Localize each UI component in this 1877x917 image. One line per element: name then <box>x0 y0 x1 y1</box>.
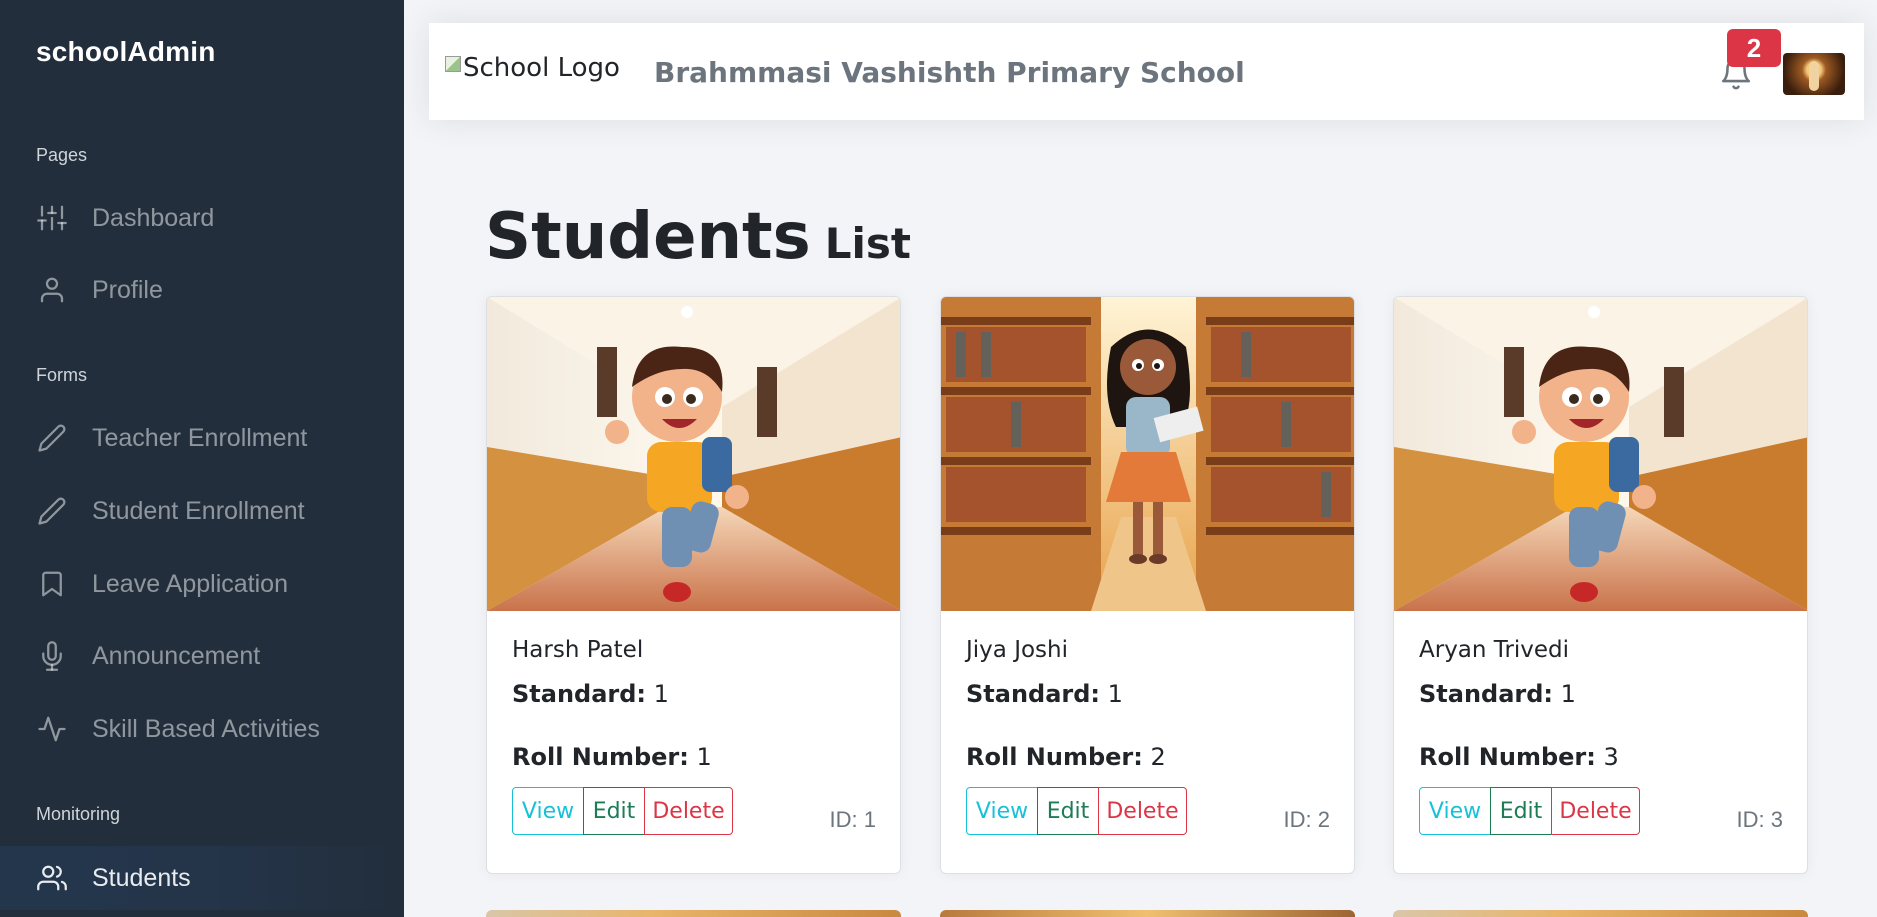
card-actions: View Edit Delete <box>1419 787 1640 835</box>
edit-button[interactable]: Edit <box>1490 787 1552 835</box>
edit-button[interactable]: Edit <box>583 787 645 835</box>
view-button[interactable]: View <box>966 787 1038 835</box>
student-photo <box>941 297 1354 611</box>
view-button[interactable]: View <box>512 787 584 835</box>
activity-icon <box>36 713 68 745</box>
sidebar-item-label: Dashboard <box>92 203 215 232</box>
pencil-icon <box>36 495 68 527</box>
broken-image-icon <box>445 56 461 72</box>
standard-label: Standard: <box>512 680 647 708</box>
student-id: ID: 2 <box>1283 807 1330 832</box>
student-id: ID: 1 <box>829 807 876 832</box>
sidebar-item-label: Skill Based Activities <box>92 714 320 743</box>
pencil-icon <box>36 422 68 454</box>
student-roll: Roll Number: 1 <box>512 743 712 771</box>
sidebar-header-forms: Forms <box>36 365 87 385</box>
roll-label: Roll Number: <box>1419 743 1596 771</box>
student-id: ID: 3 <box>1736 807 1783 832</box>
sidebar-item-label: Leave Application <box>92 569 288 598</box>
sidebar-item-student-enrollment[interactable]: Student Enrollment <box>0 480 404 542</box>
roll-label: Roll Number: <box>512 743 689 771</box>
student-roll: Roll Number: 2 <box>966 743 1166 771</box>
student-card-peek <box>486 910 901 917</box>
card-actions: View Edit Delete <box>966 787 1187 835</box>
sidebar-item-dashboard[interactable]: Dashboard <box>0 187 404 249</box>
sidebar-item-leave-application[interactable]: Leave Application <box>0 553 404 615</box>
user-avatar[interactable] <box>1783 53 1845 95</box>
brand-logo[interactable]: schoolAdmin <box>36 36 216 68</box>
roll-value: 1 <box>696 743 712 771</box>
sidebar-item-label: Profile <box>92 275 163 304</box>
sidebar-item-label: Students <box>92 863 191 892</box>
roll-value: 2 <box>1150 743 1166 771</box>
student-card: Jiya Joshi Standard: 1 Roll Number: 2 Vi… <box>940 296 1355 874</box>
student-standard: Standard: 1 <box>512 680 669 708</box>
bookmark-icon <box>36 568 68 600</box>
student-photo <box>1394 297 1807 611</box>
school-logo: School Logo <box>445 53 620 83</box>
sidebar-item-label: Announcement <box>92 641 261 670</box>
sidebar-item-teacher-enrollment[interactable]: Teacher Enrollment <box>0 407 404 469</box>
roll-value: 3 <box>1603 743 1619 771</box>
school-logo-alt: School Logo <box>463 53 620 83</box>
notification-badge[interactable]: 2 <box>1727 29 1781 67</box>
user-icon <box>36 274 68 306</box>
standard-label: Standard: <box>966 680 1101 708</box>
student-card-peek <box>1393 910 1808 917</box>
student-card: Harsh Patel Standard: 1 Roll Number: 1 V… <box>486 296 901 874</box>
delete-button[interactable]: Delete <box>1098 787 1187 835</box>
page-title-main: Students <box>485 200 811 274</box>
sidebar-header-pages: Pages <box>36 145 88 165</box>
sidebar-header-monitoring: Monitoring <box>36 804 121 824</box>
student-roll: Roll Number: 3 <box>1419 743 1619 771</box>
card-actions: View Edit Delete <box>512 787 733 835</box>
roll-label: Roll Number: <box>966 743 1143 771</box>
standard-label: Standard: <box>1419 680 1554 708</box>
sidebar-item-students[interactable]: Students <box>0 846 404 910</box>
delete-button[interactable]: Delete <box>644 787 733 835</box>
mic-icon <box>36 640 68 672</box>
student-photo <box>487 297 900 611</box>
users-icon <box>36 862 68 894</box>
sliders-icon <box>36 202 68 234</box>
sidebar-item-profile[interactable]: Profile <box>0 259 404 321</box>
student-card: Aryan Trivedi Standard: 1 Roll Number: 3… <box>1393 296 1808 874</box>
sidebar: schoolAdmin Pages Dashboard Profile Form… <box>0 0 404 917</box>
sidebar-item-skill-based-activities[interactable]: Skill Based Activities <box>0 698 404 760</box>
school-name: Brahmmasi Vashishth Primary School <box>654 56 1245 89</box>
page-title: Students List <box>485 200 911 274</box>
standard-value: 1 <box>1560 680 1576 708</box>
view-button[interactable]: View <box>1419 787 1491 835</box>
standard-value: 1 <box>653 680 669 708</box>
delete-button[interactable]: Delete <box>1551 787 1640 835</box>
student-standard: Standard: 1 <box>966 680 1123 708</box>
student-name: Jiya Joshi <box>966 637 1068 663</box>
sidebar-item-announcement[interactable]: Announcement <box>0 625 404 687</box>
student-name: Harsh Patel <box>512 637 644 663</box>
student-standard: Standard: 1 <box>1419 680 1576 708</box>
sidebar-item-label: Teacher Enrollment <box>92 423 308 452</box>
sidebar-item-label: Student Enrollment <box>92 496 305 525</box>
edit-button[interactable]: Edit <box>1037 787 1099 835</box>
student-card-peek <box>940 910 1355 917</box>
student-name: Aryan Trivedi <box>1419 637 1570 663</box>
page-title-sub: List <box>824 219 911 268</box>
topbar: School Logo Brahmmasi Vashishth Primary … <box>429 23 1864 120</box>
standard-value: 1 <box>1107 680 1123 708</box>
